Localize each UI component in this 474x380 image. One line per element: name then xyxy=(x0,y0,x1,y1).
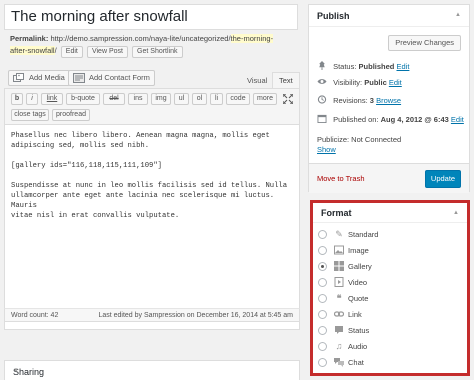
audio-icon: ♫ xyxy=(335,341,343,351)
permalink-slug[interactable]: the-morning- xyxy=(230,34,274,43)
qt-ul-button[interactable]: ul xyxy=(174,93,189,105)
gallery-icon xyxy=(334,261,344,271)
add-contact-form-button[interactable]: Add Contact Form xyxy=(68,70,155,86)
post-title-input[interactable]: The morning after snowfall xyxy=(4,4,298,30)
qt-li-button[interactable]: li xyxy=(210,93,223,105)
move-to-trash-link[interactable]: Move to Trash xyxy=(317,174,365,183)
permalink-edit-button[interactable]: Edit xyxy=(60,46,83,58)
permalink-slug-cont[interactable]: after-snowfall xyxy=(10,46,55,55)
image-icon xyxy=(334,245,344,255)
fullscreen-icon[interactable] xyxy=(283,94,293,104)
visibility-value: Public xyxy=(364,78,387,87)
published-row: Published on: Aug 4, 2012 @ 6:43 Edit xyxy=(317,114,464,125)
format-option-video[interactable]: Video xyxy=(318,277,458,289)
chat-icon xyxy=(334,358,344,367)
tab-visual[interactable]: Visual xyxy=(240,72,274,88)
preview-changes-button[interactable]: Preview Changes xyxy=(388,35,461,51)
format-option-gallery[interactable]: Gallery xyxy=(318,261,458,273)
format-radio[interactable] xyxy=(318,342,327,351)
format-option-chat[interactable]: Chat xyxy=(318,357,458,369)
format-radio[interactable] xyxy=(318,326,327,335)
pin-icon: ✎ xyxy=(335,229,343,239)
permalink-label: Permalink: xyxy=(10,34,49,43)
word-count: Word count: 42 xyxy=(11,312,59,319)
format-title: Format xyxy=(321,208,352,218)
format-radio-selected[interactable] xyxy=(318,262,327,271)
publicize-row: Publicize: Not Connected Show xyxy=(317,135,402,154)
post-content[interactable]: Phasellus nec libero libero. Aenean magn… xyxy=(11,131,295,221)
status-value: Published xyxy=(358,62,395,71)
qt-link-button[interactable]: link xyxy=(41,93,63,105)
quicktags-toolbar: b i link b-quote del ins img ul ol li co… xyxy=(5,89,299,125)
media-icon xyxy=(13,73,24,82)
link-icon xyxy=(334,311,344,317)
format-radio[interactable] xyxy=(318,358,327,367)
post-title-text: The morning after snowfall xyxy=(11,8,188,25)
qt-more-button[interactable]: more xyxy=(253,93,277,105)
format-option-link[interactable]: Link xyxy=(318,309,458,321)
last-edited: Last edited by Sampression on December 1… xyxy=(98,312,293,319)
qt-close-tags-button[interactable]: close tags xyxy=(11,109,49,121)
publish-box: Publish ▲ Preview Changes Status: Publis… xyxy=(308,4,470,193)
revisions-value: 3 xyxy=(369,96,374,105)
status-edit-link[interactable]: Edit xyxy=(396,62,409,71)
status-icon xyxy=(335,326,343,334)
format-box: Format ▲ ✎ Standard Image Gallery Video … xyxy=(310,200,470,376)
qt-del-button[interactable]: del xyxy=(103,93,125,105)
collapse-arrow-icon[interactable]: ▼ xyxy=(13,368,291,374)
format-radio[interactable] xyxy=(318,294,327,303)
media-buttons-row: Add Media Add Contact Form Visual Text xyxy=(4,70,300,88)
sharing-box[interactable]: Sharing ▼ xyxy=(4,360,300,380)
qt-ins-button[interactable]: ins xyxy=(128,93,148,105)
revisions-browse-link[interactable]: Browse xyxy=(376,96,401,105)
format-radio[interactable] xyxy=(318,230,327,239)
qt-proofread-button[interactable]: proofread xyxy=(52,109,90,121)
visibility-edit-link[interactable]: Edit xyxy=(389,78,402,87)
format-option-image[interactable]: Image xyxy=(318,245,458,257)
format-option-standard[interactable]: ✎ Standard xyxy=(318,229,458,241)
quote-icon: ❝ xyxy=(336,293,342,303)
collapse-arrow-icon[interactable]: ▲ xyxy=(453,210,459,216)
publish-actions: Move to Trash Update xyxy=(309,163,469,193)
revisions-icon xyxy=(317,95,327,104)
visibility-row: Visibility: Public Edit xyxy=(317,77,402,88)
get-shortlink-button[interactable]: Get Shortlink xyxy=(132,46,183,58)
calendar-icon xyxy=(317,114,327,123)
pin-icon xyxy=(319,61,325,70)
status-row: Status: Published Edit xyxy=(317,61,409,72)
published-value: Aug 4, 2012 @ 6:43 xyxy=(380,115,449,124)
collapse-arrow-icon[interactable]: ▲ xyxy=(455,12,461,18)
revisions-row: Revisions: 3 Browse xyxy=(317,95,401,106)
format-option-quote[interactable]: ❝ Quote xyxy=(318,293,458,305)
editor-status-bar: Word count: 42 Last edited by Sampressio… xyxy=(4,308,300,322)
text-editor[interactable]: b i link b-quote del ins img ul ol li co… xyxy=(4,88,300,330)
format-option-status[interactable]: Status xyxy=(318,325,458,337)
format-radio[interactable] xyxy=(318,278,327,287)
view-post-button[interactable]: View Post xyxy=(86,46,128,58)
permalink-base: http://demo.sampression.com/naya-lite/un… xyxy=(50,34,231,43)
published-edit-link[interactable]: Edit xyxy=(451,115,464,124)
publish-title: Publish xyxy=(317,11,350,21)
qt-img-button[interactable]: img xyxy=(151,93,171,105)
add-media-button[interactable]: Add Media xyxy=(8,70,70,86)
qt-bold-button[interactable]: b xyxy=(11,93,23,105)
video-icon xyxy=(334,277,344,287)
qt-italic-button[interactable]: i xyxy=(26,93,38,105)
format-radio[interactable] xyxy=(318,310,327,319)
qt-bquote-button[interactable]: b-quote xyxy=(66,93,100,105)
format-radio[interactable] xyxy=(318,246,327,255)
format-header[interactable]: Format ▲ xyxy=(313,203,467,223)
format-option-audio[interactable]: ♫ Audio xyxy=(318,341,458,353)
update-button[interactable]: Update xyxy=(425,170,461,188)
publicize-show-link[interactable]: Show xyxy=(317,145,336,154)
permalink-row: Permalink: http://demo.sampression.com/n… xyxy=(10,33,300,58)
tab-text[interactable]: Text xyxy=(272,72,300,88)
eye-icon xyxy=(317,79,327,84)
qt-code-button[interactable]: code xyxy=(226,93,250,105)
publish-header[interactable]: Publish ▲ xyxy=(309,5,469,27)
contact-form-icon xyxy=(73,73,85,83)
qt-ol-button[interactable]: ol xyxy=(192,93,207,105)
